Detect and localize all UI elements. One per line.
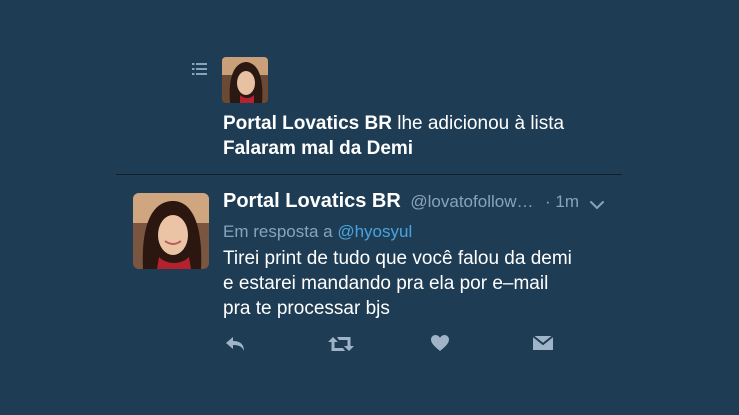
reply-icon[interactable] [224,334,246,356]
heart-icon[interactable] [430,334,450,356]
reply-mention-link[interactable]: @hyosyul [337,222,412,241]
notification-text: Portal Lovatics BR lhe adicionou à lista… [223,111,564,161]
retweet-icon[interactable] [328,334,354,356]
tweet-display-name[interactable]: Portal Lovatics BR [223,190,401,212]
chevron-down-icon[interactable] [589,198,605,212]
tweet-avatar[interactable] [133,193,209,269]
notification-actor[interactable]: Portal Lovatics BR [223,113,392,134]
list-name-link[interactable]: Falaram mal da Demi [223,138,413,159]
reply-prefix: Em resposta a [223,222,333,241]
list-added-notification[interactable]: Portal Lovatics BR lhe adicionou à lista… [0,0,739,175]
notification-action: lhe adicionou à lista [397,113,565,134]
notification-avatar[interactable] [222,57,268,103]
list-icon [192,62,208,76]
reply-context: Em resposta a @hyosyul [223,222,412,242]
tweet-header: Portal Lovatics BR @lovatofollow… · 1m [223,190,623,218]
tweet-text-line: e estarei mandando pra ela por e–mail [223,273,549,294]
tweet-text-line: Tirei print de tudo que você falou da de… [223,248,572,269]
divider [116,174,622,175]
tweet-text: Tirei print de tudo que você falou da de… [223,246,623,321]
tweet-handle[interactable]: @lovatofollow… [410,192,533,211]
tweet-text-line: pra te processar bjs [223,298,390,319]
tweet-timestamp[interactable]: · 1m [545,192,579,211]
envelope-icon[interactable] [532,334,554,356]
